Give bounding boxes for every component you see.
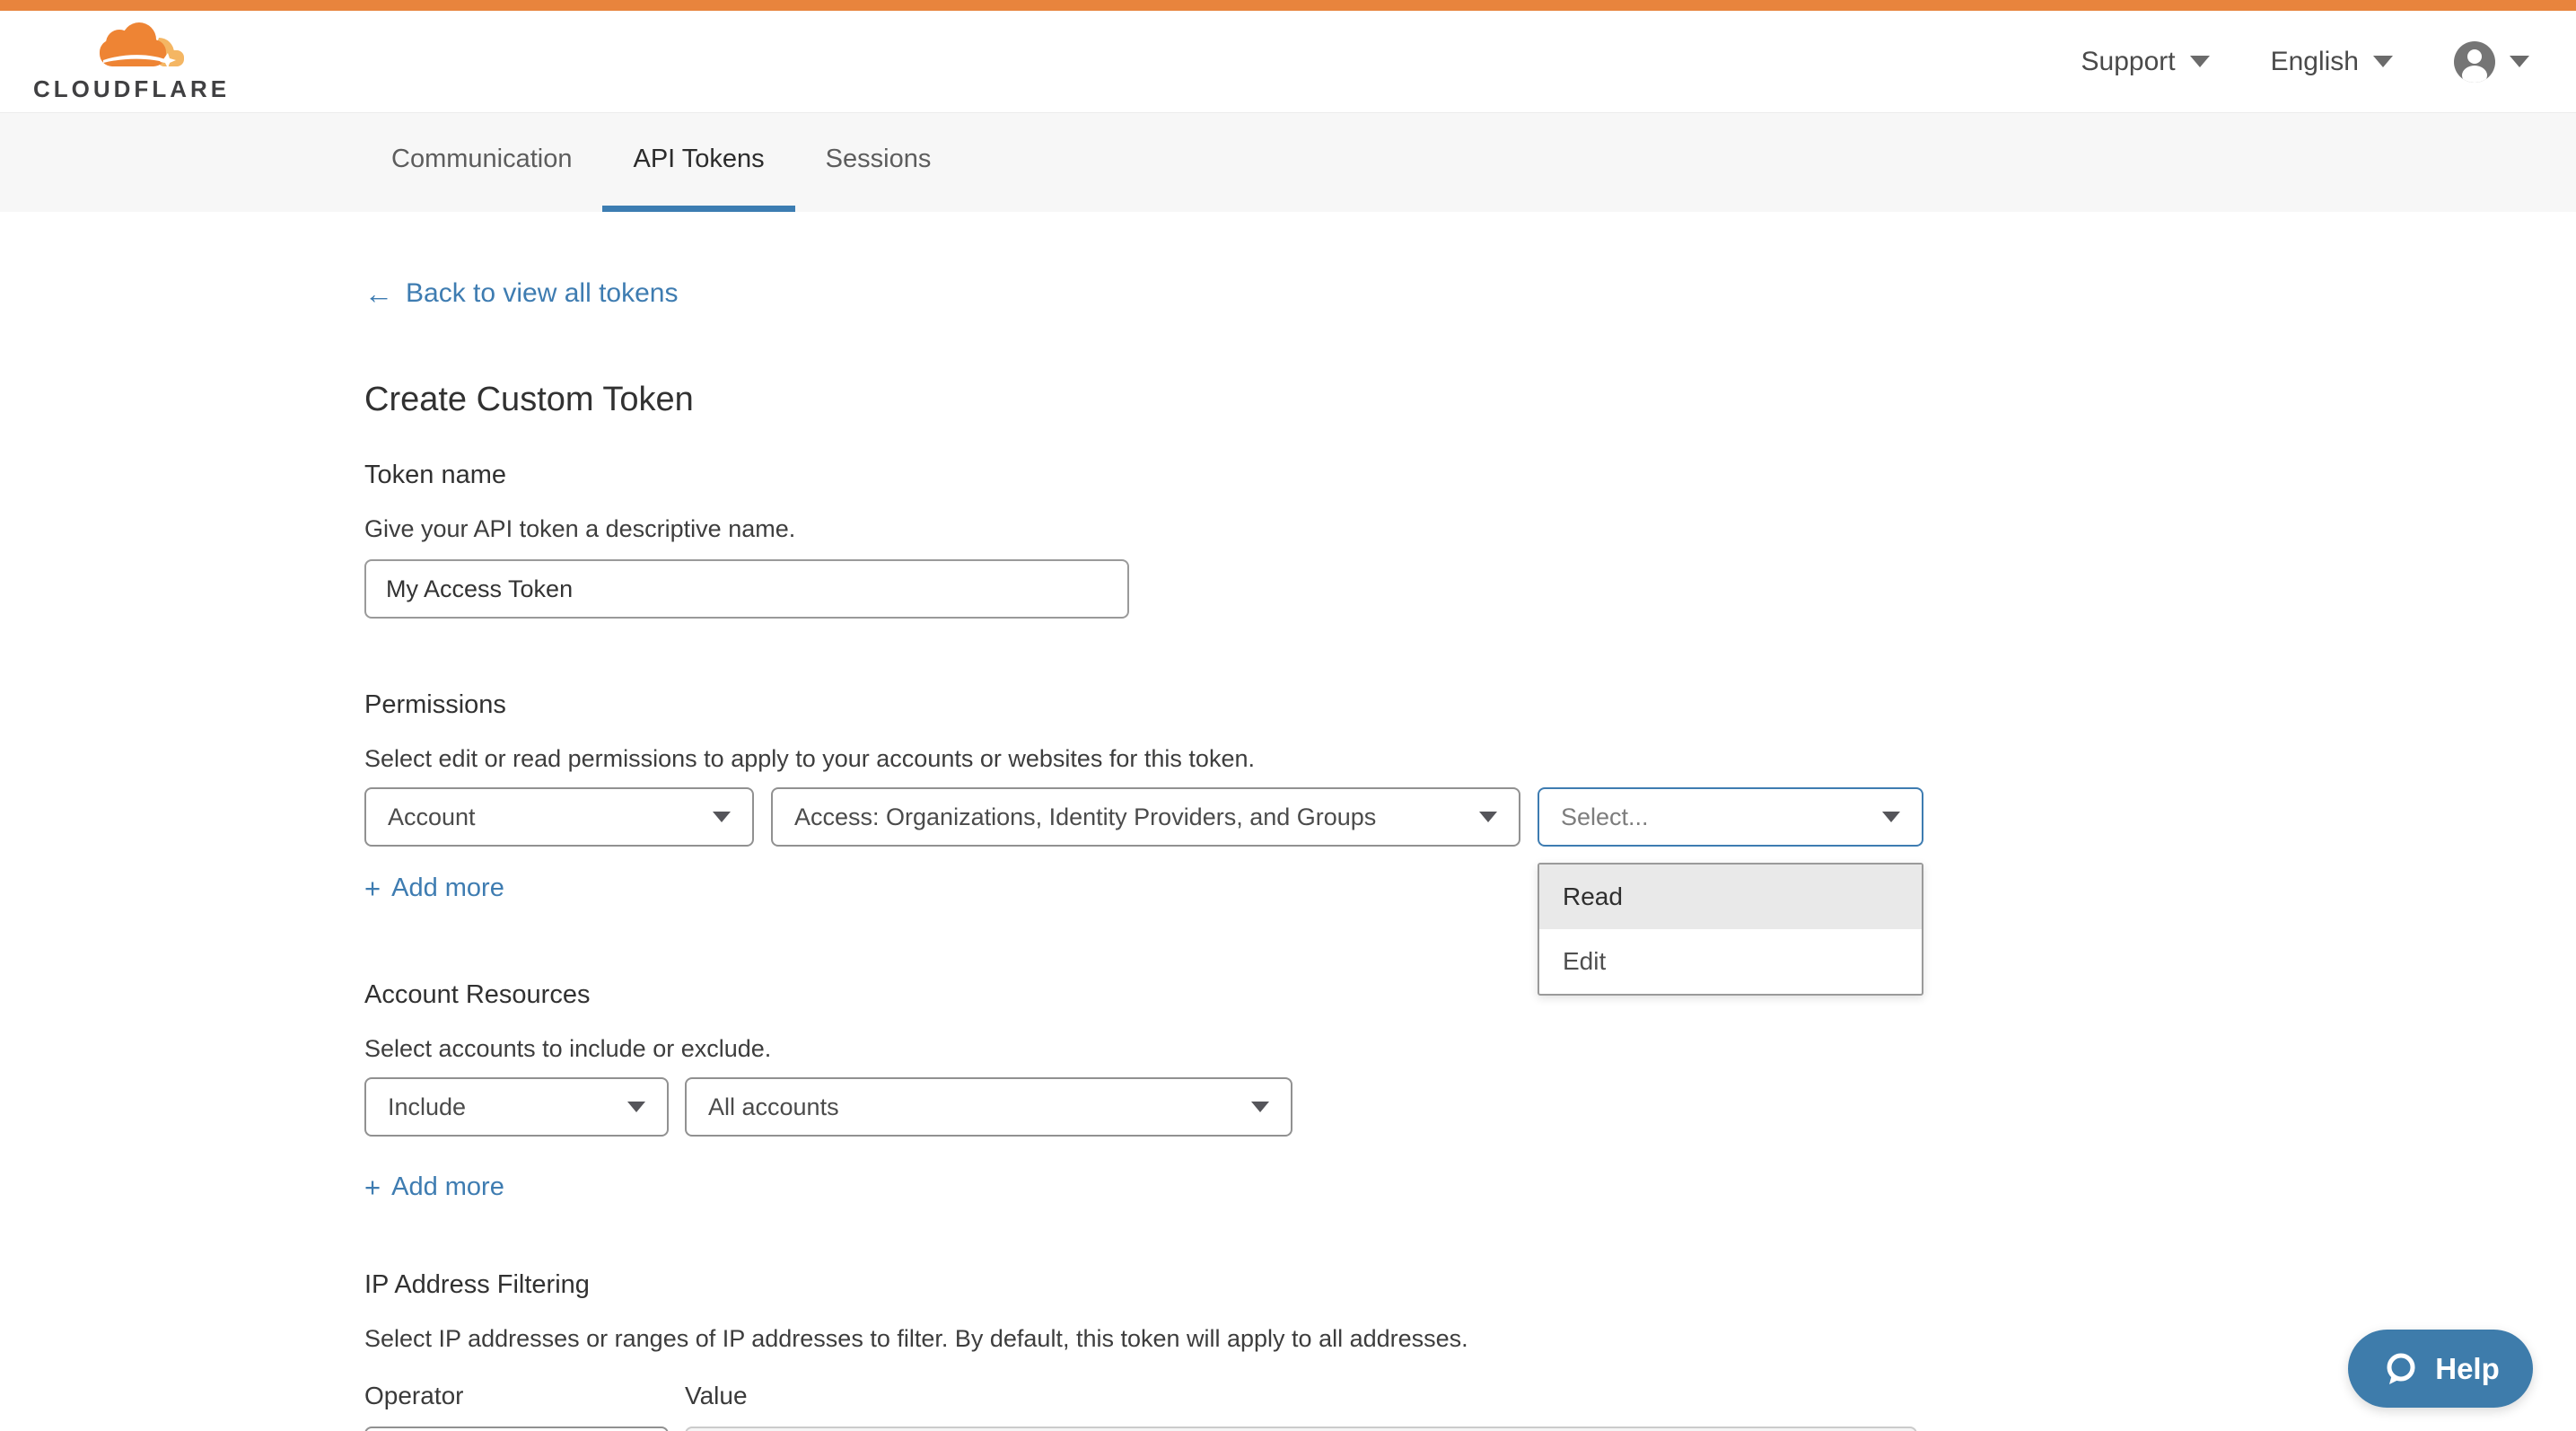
chevron-down-icon xyxy=(2373,56,2393,67)
value-label: Value xyxy=(685,1382,748,1410)
back-link-label: Back to view all tokens xyxy=(406,278,678,309)
permission-access-select[interactable]: Select... xyxy=(1538,787,1923,847)
chevron-down-icon xyxy=(713,812,731,822)
language-menu[interactable]: English xyxy=(2271,47,2393,77)
resource-accounts-value: All accounts xyxy=(708,1093,839,1121)
cloudflare-logo[interactable]: CLOUDFLARE xyxy=(33,20,230,103)
plus-icon: + xyxy=(364,1173,381,1201)
resource-mode-value: Include xyxy=(388,1093,466,1121)
page-title: Create Custom Token xyxy=(364,381,2576,419)
chevron-down-icon xyxy=(1882,812,1900,822)
ip-value-input[interactable] xyxy=(685,1427,1917,1431)
chevron-down-icon xyxy=(2510,56,2529,67)
tab-communication[interactable]: Communication xyxy=(361,113,602,212)
resource-accounts-select[interactable]: All accounts xyxy=(685,1077,1292,1137)
chevron-down-icon xyxy=(2190,56,2210,67)
account-resources-select-row: Include All accounts xyxy=(364,1077,2576,1137)
account-resources-heading: Account Resources xyxy=(364,980,2576,1010)
permission-access-placeholder: Select... xyxy=(1561,803,1649,831)
plus-icon: + xyxy=(364,874,381,902)
tab-bar: Communication API Tokens Sessions xyxy=(0,112,2576,212)
permissions-section: Permissions Select edit or read permissi… xyxy=(364,690,2576,903)
ip-filtering-section: IP Address Filtering Select IP addresses… xyxy=(364,1270,2576,1431)
permission-scope-select[interactable]: Account xyxy=(364,787,754,847)
support-label: Support xyxy=(2081,47,2176,77)
permissions-heading: Permissions xyxy=(364,690,2576,720)
token-name-heading: Token name xyxy=(364,461,2576,490)
permission-access-select-wrap: Select... Read Edit xyxy=(1538,787,1923,847)
header-menus: Support English xyxy=(2081,41,2529,83)
permissions-add-more-button[interactable]: + Add more xyxy=(364,874,504,903)
permissions-description: Select edit or read permissions to apply… xyxy=(364,745,2576,773)
menu-option-edit[interactable]: Edit xyxy=(1539,929,1922,994)
support-menu[interactable]: Support xyxy=(2081,47,2210,77)
permission-group-select[interactable]: Access: Organizations, Identity Provider… xyxy=(771,787,1520,847)
access-select-menu: Read Edit xyxy=(1538,863,1923,996)
token-name-description: Give your API token a descriptive name. xyxy=(364,515,2576,543)
operator-select[interactable]: Select... xyxy=(364,1427,669,1431)
chevron-down-icon xyxy=(627,1102,645,1112)
tab-sessions[interactable]: Sessions xyxy=(795,113,962,212)
help-button-label: Help xyxy=(2435,1352,2500,1386)
header: CLOUDFLARE Support English xyxy=(0,11,2576,112)
permissions-select-row: Account Access: Organizations, Identity … xyxy=(364,787,2576,847)
account-resources-section: Account Resources Select accounts to inc… xyxy=(364,980,2576,1202)
brand-wordmark: CLOUDFLARE xyxy=(33,75,230,103)
language-label: English xyxy=(2271,47,2359,77)
token-name-input[interactable] xyxy=(364,559,1129,619)
back-link[interactable]: ← Back to view all tokens xyxy=(364,278,678,309)
add-more-label: Add more xyxy=(391,874,504,903)
user-avatar-icon xyxy=(2454,41,2495,83)
chevron-down-icon xyxy=(1479,812,1497,822)
main-content: ← Back to view all tokens Create Custom … xyxy=(0,212,2576,1431)
ip-filtering-description: Select IP addresses or ranges of IP addr… xyxy=(364,1325,2576,1353)
token-name-section: Token name Give your API token a descrip… xyxy=(364,461,2576,619)
help-button[interactable]: Help xyxy=(2348,1330,2533,1408)
permission-scope-value: Account xyxy=(388,803,476,831)
add-more-label: Add more xyxy=(391,1172,504,1202)
menu-option-read[interactable]: Read xyxy=(1539,865,1922,929)
operator-label: Operator xyxy=(364,1382,685,1410)
chat-bubble-icon xyxy=(2381,1349,2421,1389)
account-menu[interactable] xyxy=(2454,41,2529,83)
resource-mode-select[interactable]: Include xyxy=(364,1077,669,1137)
chevron-down-icon xyxy=(1251,1102,1269,1112)
ip-filtering-heading: IP Address Filtering xyxy=(364,1270,2576,1300)
account-resources-description: Select accounts to include or exclude. xyxy=(364,1035,2576,1063)
cloudflare-cloud-icon xyxy=(80,20,189,74)
brand-accent-bar xyxy=(0,0,2576,11)
ip-filtering-label-row: Operator Value xyxy=(364,1382,2576,1410)
ip-filtering-control-row: Select... xyxy=(364,1427,2576,1431)
account-resources-add-more-button[interactable]: + Add more xyxy=(364,1172,504,1202)
tab-api-tokens[interactable]: API Tokens xyxy=(602,113,794,212)
permission-group-value: Access: Organizations, Identity Provider… xyxy=(794,803,1376,831)
left-arrow-icon: ← xyxy=(364,279,393,308)
